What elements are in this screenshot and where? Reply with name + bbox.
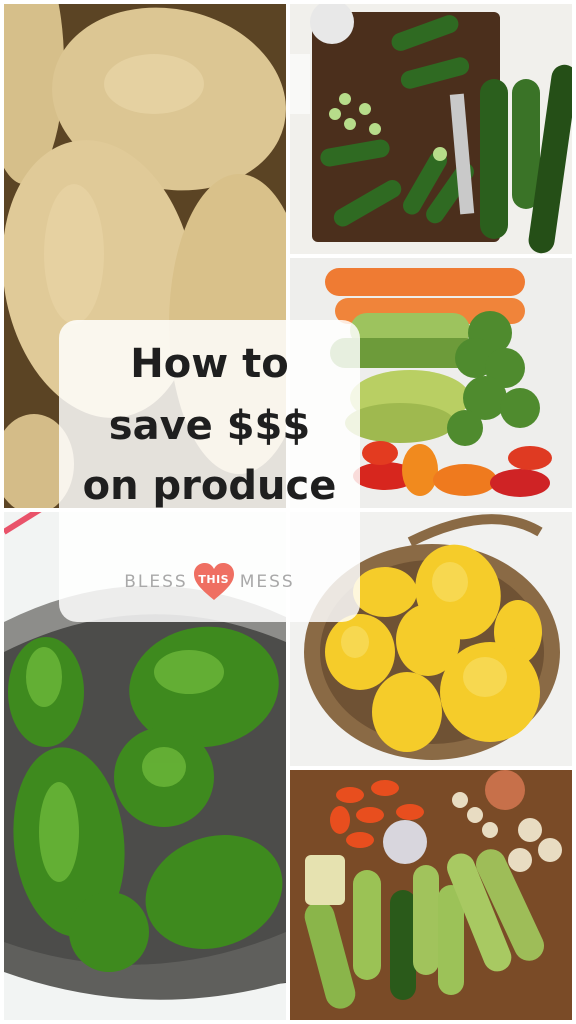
- headline-line-3: on produce: [82, 463, 337, 509]
- logo-heart-text: THIS: [198, 573, 230, 586]
- logo-text-right: MESS: [239, 572, 295, 592]
- bless-this-mess-logo: BLESS THIS MESS: [59, 562, 360, 602]
- cucumbers-photo: [290, 4, 572, 254]
- heart-icon: THIS: [192, 562, 236, 602]
- zucchini-board-photo: [290, 770, 572, 1020]
- headline-line-1: How to: [130, 341, 289, 387]
- headline-line-2: save $$$: [108, 403, 311, 449]
- logo-text-left: BLESS: [124, 572, 188, 592]
- title-card: How to save $$$ on produce BLESS THIS ME…: [59, 320, 360, 622]
